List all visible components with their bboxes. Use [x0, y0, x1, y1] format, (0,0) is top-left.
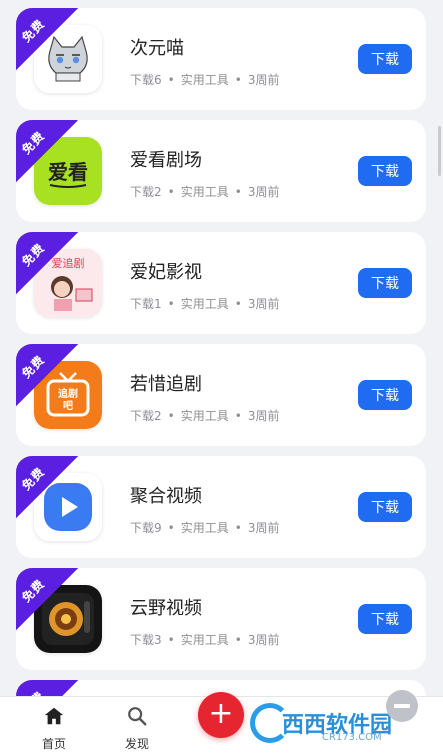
app-category: 实用工具 — [180, 521, 229, 535]
app-meta: 下载2 • 实用工具 • 3周前 — [130, 183, 279, 200]
separator-dot: • — [234, 409, 242, 423]
watermark-round-icon — [386, 690, 418, 722]
download-button[interactable]: 下载 — [358, 492, 412, 522]
download-count: 下载6 — [130, 73, 162, 87]
app-time: 3周前 — [247, 185, 280, 199]
download-button[interactable]: 下载 — [358, 44, 412, 74]
nav-home-label: 首页 — [41, 737, 66, 751]
app-name[interactable]: 聚合视频 — [130, 482, 202, 508]
app-time: 3周前 — [247, 633, 280, 647]
app-category: 实用工具 — [180, 409, 229, 423]
app-meta: 下载1 • 实用工具 • 3周前 — [130, 295, 279, 312]
download-button[interactable]: 下载 — [358, 268, 412, 298]
home-icon — [24, 703, 84, 729]
app-category: 实用工具 — [180, 185, 229, 199]
free-badge: 免费 — [16, 568, 78, 630]
app-category: 实用工具 — [180, 297, 229, 311]
separator-dot: • — [234, 73, 242, 87]
separator-dot: • — [167, 521, 175, 535]
download-button[interactable]: 下载 — [358, 604, 412, 634]
free-badge-label: 免费 — [19, 16, 48, 46]
watermark-logo: 西西软件园 CR173.COM — [250, 702, 392, 744]
separator-dot: • — [234, 297, 242, 311]
separator-dot: • — [234, 521, 242, 535]
separator-dot: • — [234, 633, 242, 647]
app-time: 3周前 — [247, 521, 280, 535]
app-card[interactable]: 免费次元喵下载6 • 实用工具 • 3周前 下载 — [16, 8, 426, 110]
app-time: 3周前 — [247, 409, 280, 423]
app-card[interactable]: 免费云野视频下载3 • 实用工具 • 3周前 下载 — [16, 568, 426, 670]
download-count: 下载1 — [130, 297, 162, 311]
free-badge: 免费 — [16, 120, 78, 182]
app-meta: 下载2 • 实用工具 • 3周前 — [130, 407, 279, 424]
separator-dot: • — [234, 185, 242, 199]
separator-dot: • — [167, 297, 175, 311]
search-icon — [107, 703, 167, 729]
free-badge-label: 免费 — [19, 352, 48, 382]
free-badge-label: 免费 — [19, 240, 48, 270]
nav-discover-label: 发现 — [124, 737, 149, 751]
free-badge: 免费 — [16, 8, 78, 70]
download-count: 下载2 — [130, 185, 162, 199]
nav-home[interactable]: 首页 — [24, 703, 84, 752]
app-name[interactable]: 爱妃影视 — [130, 258, 202, 284]
app-card[interactable]: 免费爱追剧爱妃影视下载1•实用工具•3周前下载 — [16, 232, 426, 334]
app-category: 实用工具 — [180, 633, 229, 647]
add-button[interactable]: + — [198, 692, 244, 738]
app-card[interactable]: 免费爱看爱看剧场下载2•实用工具•3周前下载 — [16, 120, 426, 222]
app-card[interactable]: 免费追剧吧若惜追剧下载2•实用工具•3周前下载 — [16, 344, 426, 446]
app-time: 3周前 — [247, 297, 280, 311]
app-name[interactable]: 若惜追剧 — [130, 370, 202, 396]
free-badge-label: 免费 — [19, 128, 48, 158]
separator-dot: • — [167, 633, 175, 647]
app-meta: 下载3 • 实用工具 • 3周前 — [130, 631, 279, 648]
free-badge-label: 免费 — [19, 576, 48, 606]
app-meta: 下载9 • 实用工具 • 3周前 — [130, 519, 279, 536]
separator-dot: • — [167, 409, 175, 423]
app-name[interactable]: 云野视频 — [130, 594, 202, 620]
app-meta: 下载6 • 实用工具 • 3周前 — [130, 71, 279, 88]
nav-discover[interactable]: 发现 — [107, 703, 167, 752]
download-count: 下载9 — [130, 521, 162, 535]
download-count: 下载2 — [130, 409, 162, 423]
free-badge: 免费 — [16, 456, 78, 518]
free-badge: 免费 — [16, 232, 78, 294]
separator-dot: • — [167, 185, 175, 199]
app-card[interactable]: 免费聚合视频下载9 • 实用工具 • 3周前 下载 — [16, 456, 426, 558]
app-name[interactable]: 次元喵 — [130, 34, 184, 60]
separator-dot: • — [167, 73, 175, 87]
app-time: 3周前 — [247, 73, 280, 87]
scrollbar[interactable] — [438, 126, 441, 176]
app-name[interactable]: 爱看剧场 — [130, 146, 202, 172]
app-category: 实用工具 — [180, 73, 229, 87]
free-badge: 免费 — [16, 344, 78, 406]
download-button[interactable]: 下载 — [358, 380, 412, 410]
free-badge-label: 免费 — [19, 464, 48, 494]
download-button[interactable]: 下载 — [358, 156, 412, 186]
download-count: 下载3 — [130, 633, 162, 647]
watermark-domain: CR173.COM — [322, 732, 382, 743]
